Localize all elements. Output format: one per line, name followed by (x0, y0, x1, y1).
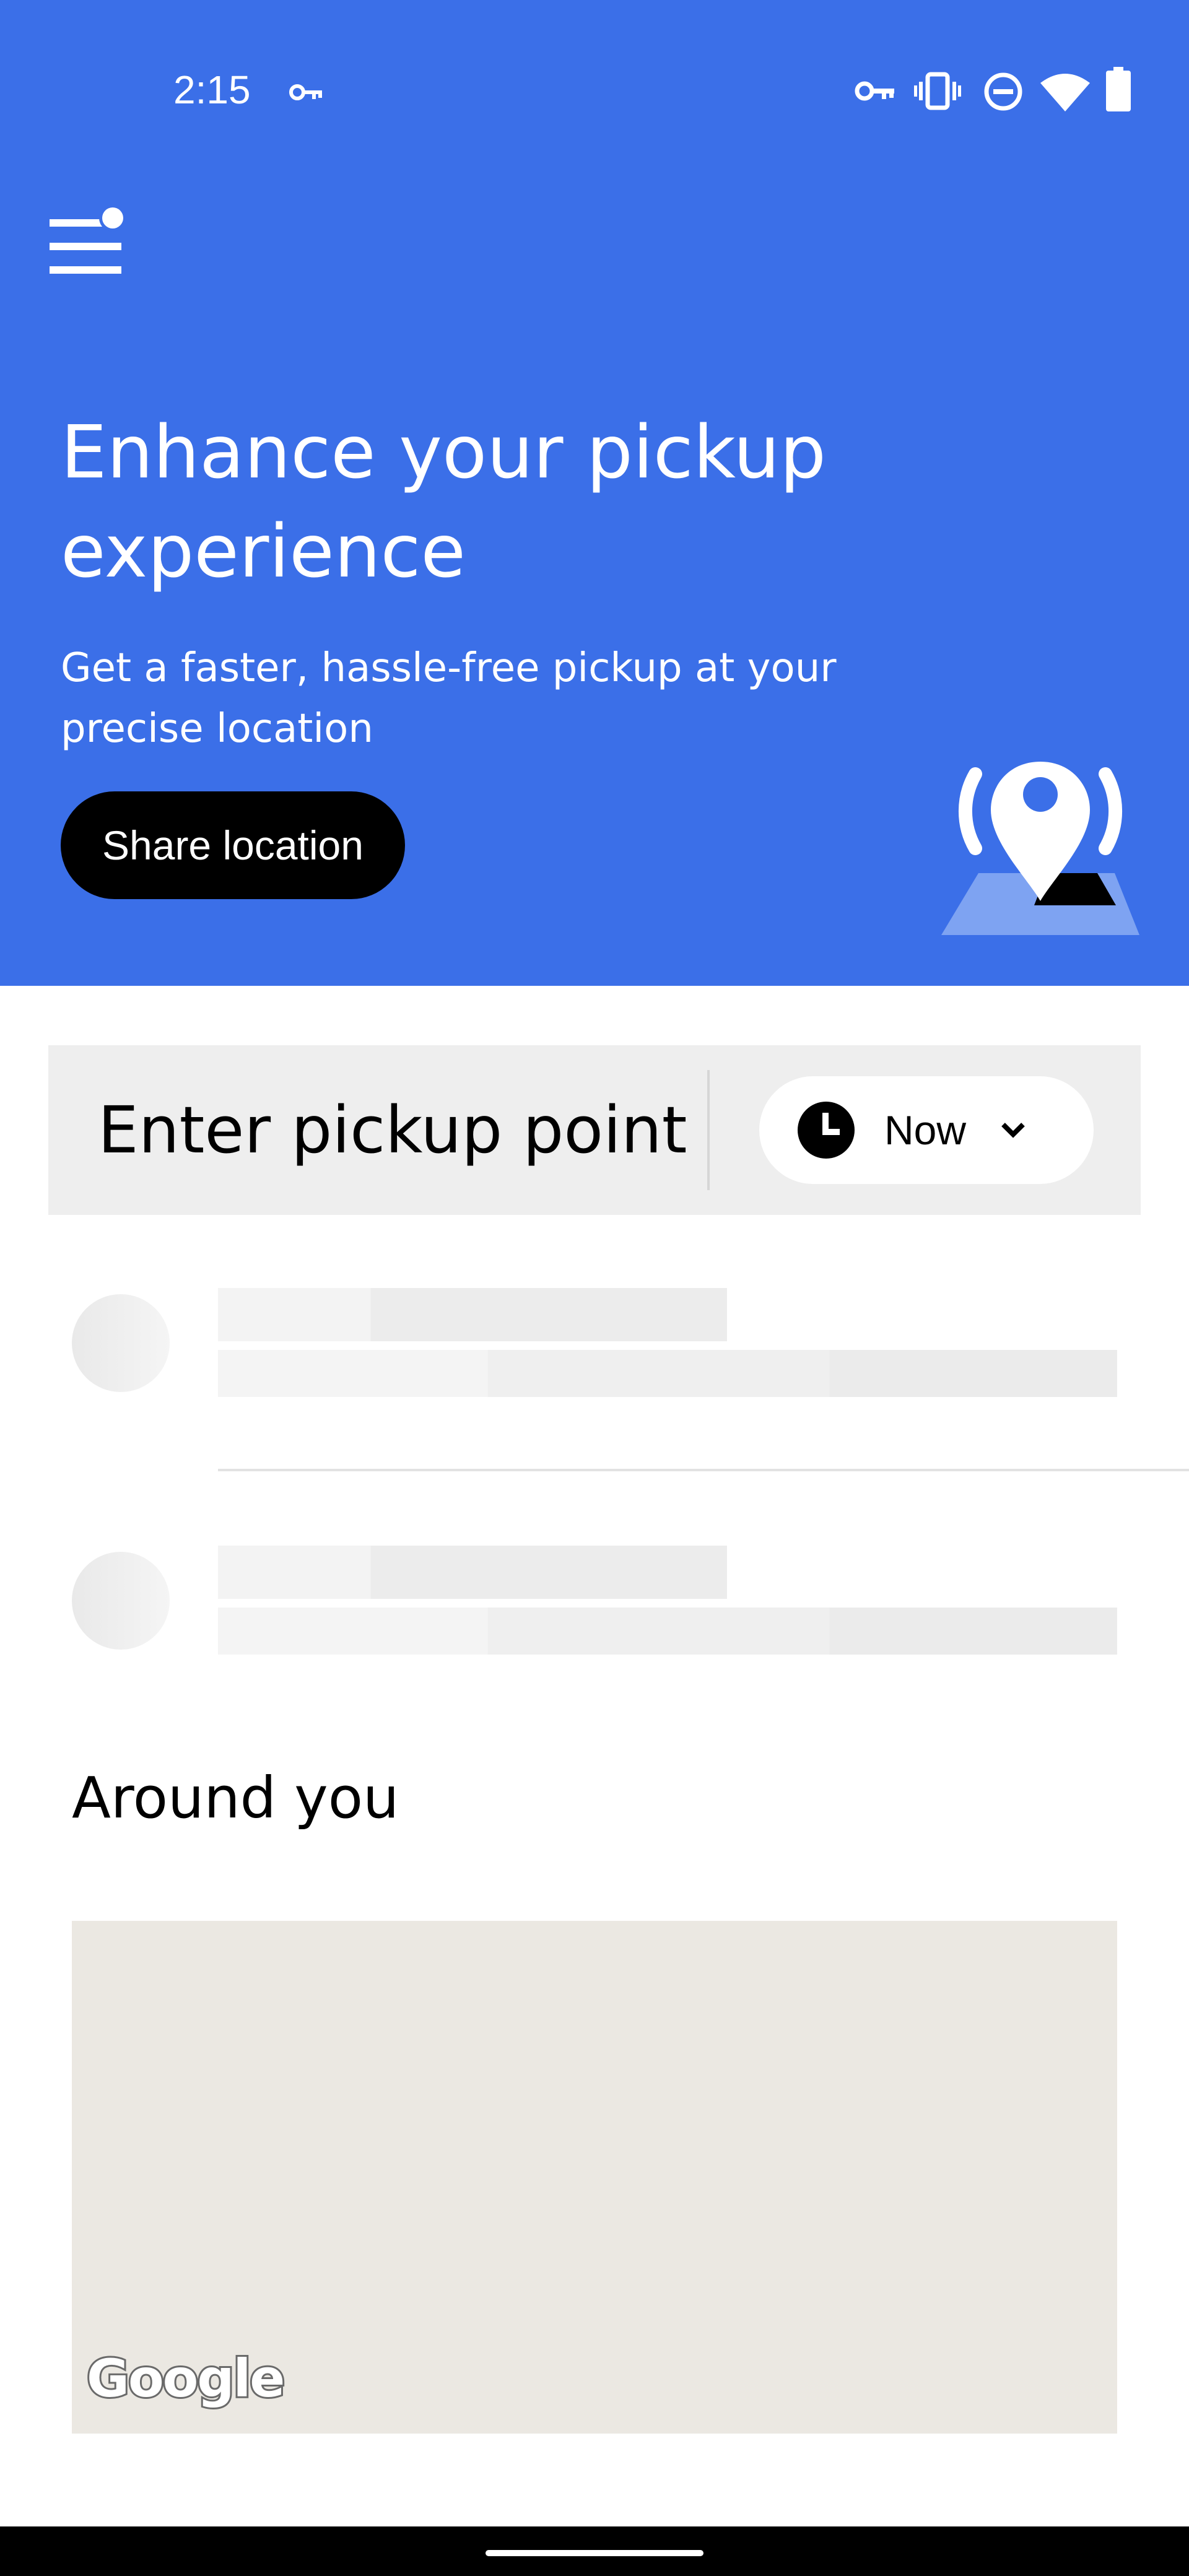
pickup-time-label: Now (884, 1107, 967, 1153)
pickup-time-selector[interactable]: Now (759, 1076, 1094, 1184)
loading-placeholder-title (218, 1288, 727, 1341)
map-view[interactable]: Google (72, 1921, 1117, 2434)
loading-placeholder-subtitle (218, 1608, 1117, 1655)
hero-title: Enhance your pickup experience (61, 409, 827, 594)
chevron-down-icon (1001, 1123, 1025, 1138)
status-bar: 2:15 (0, 0, 1189, 186)
vibrate-icon (914, 72, 961, 110)
pickup-point-input[interactable]: Enter pickup point (48, 1045, 705, 1215)
pickup-bar: Enter pickup point Now (48, 1045, 1141, 1215)
hero-subtitle: Get a faster, hassle-free pickup at your… (61, 645, 837, 752)
vpn-key-icon (855, 81, 894, 101)
clock-icon (798, 1102, 855, 1159)
location-pin-icon (941, 762, 1139, 935)
loading-placeholder-avatar (72, 1294, 170, 1392)
loading-placeholder-title (218, 1546, 727, 1599)
list-divider (218, 1469, 1189, 1471)
hero-banner: 2:15 Enhance your pickup experience Get … (0, 0, 1189, 986)
status-time: 2:15 (173, 67, 251, 112)
divider (707, 1070, 710, 1190)
google-logo: Google (85, 2346, 287, 2411)
loading-placeholder-avatar (72, 1552, 170, 1650)
home-gesture-handle[interactable] (486, 2550, 703, 2556)
share-location-button[interactable]: Share location (61, 791, 405, 899)
vpn-key-icon (289, 84, 322, 100)
section-title: Around you (72, 1765, 399, 1831)
loading-placeholder-subtitle (218, 1350, 1117, 1397)
battery-icon (1106, 67, 1131, 111)
wifi-icon (1040, 74, 1090, 111)
do-not-disturb-icon (984, 72, 1022, 111)
menu-icon[interactable] (48, 204, 129, 279)
